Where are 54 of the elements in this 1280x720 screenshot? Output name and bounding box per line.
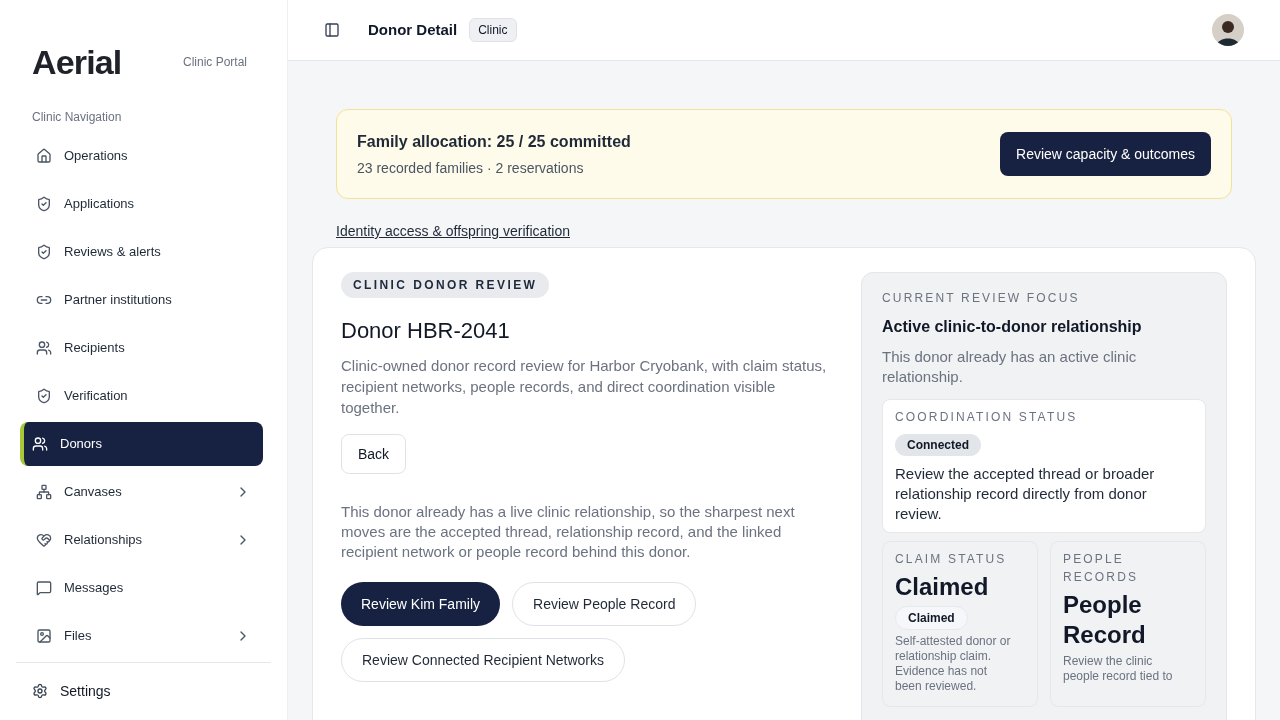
tile-title: People Record — [1063, 590, 1147, 650]
review-note: This donor already has a live clinic relationship, so the sharpest next moves are the accepted thread, relationship record, and the linked recipient network or people record behind this donor. — [341, 502, 796, 562]
hierarchy-icon — [36, 484, 52, 500]
nav-item[interactable]: Recipients — [24, 326, 263, 370]
image-icon — [36, 628, 52, 644]
banner-title: Family allocation: 25 / 25 committed — [357, 131, 631, 152]
nav-item[interactable]: Canvases — [24, 470, 263, 514]
nav-item[interactable]: Reviews & alerts — [24, 230, 263, 274]
nav-item[interactable]: Applications — [24, 182, 263, 226]
settings-item[interactable]: Settings — [0, 663, 287, 719]
shield-check-icon — [36, 244, 52, 260]
avatar[interactable] — [1212, 14, 1244, 46]
focus-eyebrow: CURRENT REVIEW FOCUS — [882, 290, 1081, 307]
users-icon — [36, 340, 52, 356]
users-icon — [32, 436, 48, 452]
nav-item[interactable]: Operations — [24, 134, 263, 178]
section-label: Clinic Navigation — [31, 109, 123, 126]
review-capacity-button[interactable]: Review capacity & outcomes — [1000, 132, 1211, 176]
claim-badge: Claimed — [895, 606, 968, 630]
focus-title: Active clinic-to-donor relationship — [882, 317, 1143, 337]
nav-item[interactable]: Relationships — [24, 518, 263, 562]
back-button[interactable]: Back — [341, 434, 407, 474]
nav-item[interactable]: Messages — [24, 566, 263, 610]
settings-icon — [32, 683, 48, 699]
nav-item[interactable]: Verification — [24, 374, 263, 418]
banner-subtitle: 23 recorded families · 2 reservations — [357, 158, 585, 178]
section-badge: CLINIC DONOR REVIEW — [341, 272, 550, 298]
tile-title: Claimed — [895, 572, 990, 602]
review-action-button[interactable]: Review Connected Recipient Networks — [341, 638, 625, 682]
portal-label: Clinic Portal — [182, 54, 247, 71]
tile-eyebrow: PEOPLE RECORDS — [1063, 551, 1140, 586]
home-icon — [36, 148, 52, 164]
tile-eyebrow: CLAIM STATUS — [895, 551, 1008, 568]
status-badge: Connected — [895, 434, 981, 456]
page-title: Donor Detail — [368, 19, 458, 40]
nav-item[interactable]: Donors — [20, 422, 263, 466]
nav-item[interactable]: Partner institutions — [24, 278, 263, 322]
logo: Aerial — [32, 45, 122, 79]
shield-check-icon — [36, 388, 52, 404]
review-action-button[interactable]: Review Kim Family — [341, 582, 500, 626]
donor-description: Clinic-owned donor record review for Harbor Cryobank, with claim status, recipient networks, people records, and direct coordination visible together. — [341, 356, 828, 418]
sidebar-toggle-icon[interactable] — [324, 22, 340, 38]
message-icon — [36, 580, 52, 596]
tile-text: Review the clinic people record tied to — [1063, 654, 1174, 684]
review-action-button[interactable]: Review People Record — [512, 582, 697, 626]
coordination-text: Review the accepted thread or broader relationship record directly from donor review. — [895, 464, 1156, 524]
focus-description: This donor already has an active clinic relationship. — [882, 347, 1138, 387]
verification-link[interactable]: Identity access & offspring verification — [336, 223, 570, 239]
donor-title: Donor HBR-2041 — [341, 317, 511, 345]
shield-check-icon — [36, 196, 52, 212]
clinic-badge: Clinic — [469, 18, 517, 42]
nav-item[interactable]: Files — [24, 614, 263, 658]
coordination-eyebrow: COORDINATION STATUS — [895, 409, 1079, 426]
tile-text: Self-attested donor or relationship claim. Evidence has not been reviewed. — [895, 634, 1012, 694]
